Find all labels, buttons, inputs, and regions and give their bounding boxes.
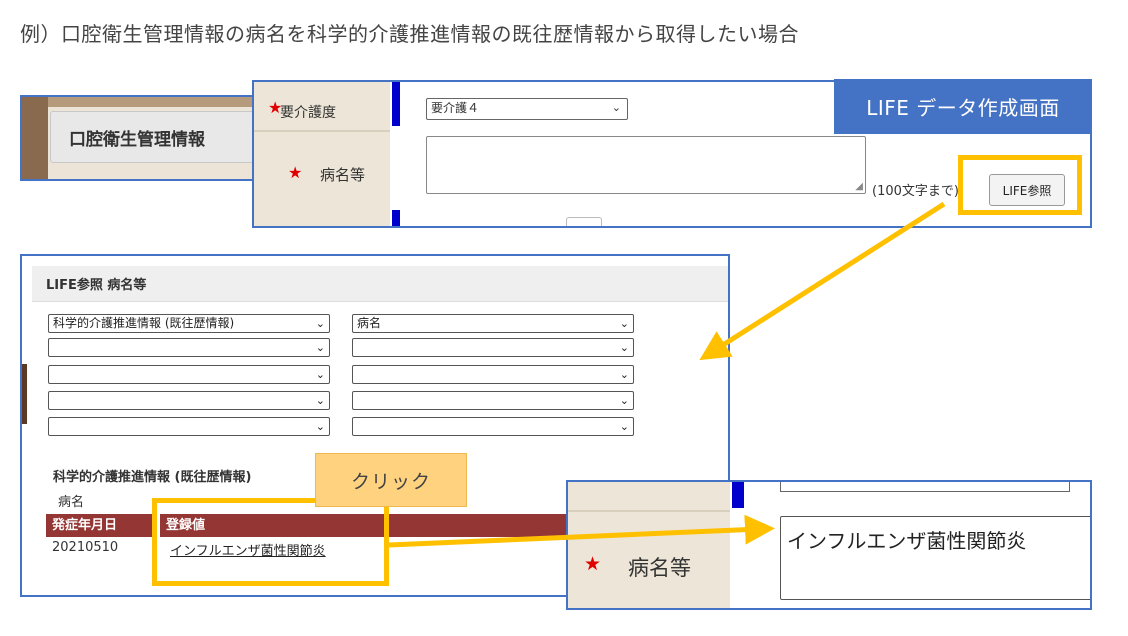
arrow-to-modal (699, 201, 946, 361)
arrow-to-result (388, 514, 775, 548)
flow-arrows (388, 201, 946, 548)
